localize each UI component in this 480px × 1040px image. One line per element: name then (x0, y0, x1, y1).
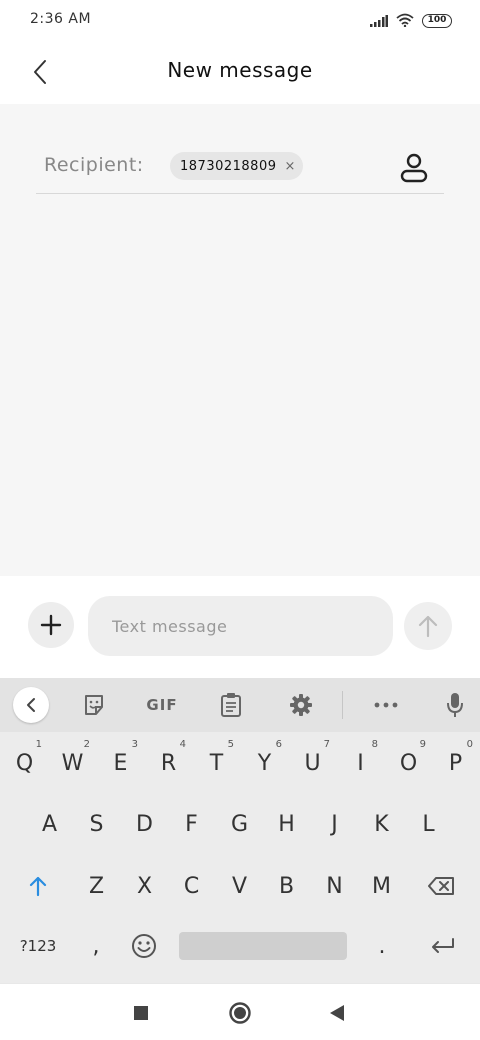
key-w[interactable]: W2 (49, 735, 96, 791)
key-n[interactable]: N (311, 858, 358, 914)
key-a[interactable]: A (26, 796, 73, 852)
key-g[interactable]: G (216, 796, 263, 852)
gif-label: GIF (146, 696, 178, 714)
key-d[interactable]: D (121, 796, 168, 852)
remove-recipient-icon[interactable]: × (284, 159, 295, 174)
status-time: 2:36 AM (30, 11, 92, 27)
wifi-icon (396, 12, 414, 31)
key-k[interactable]: K (358, 796, 405, 852)
more-options-button[interactable] (369, 687, 403, 723)
compose-bar (0, 576, 480, 678)
key-r[interactable]: R4 (145, 735, 192, 791)
key-t[interactable]: T5 (193, 735, 240, 791)
key-row-4: ?123 , . (0, 918, 480, 974)
microphone-icon (447, 693, 463, 717)
person-icon (400, 153, 428, 183)
key-m[interactable]: M (358, 858, 405, 914)
sticker-icon (85, 695, 103, 715)
send-button[interactable] (404, 602, 452, 650)
recipient-number: 18730218809 (180, 158, 277, 174)
keyboard-toolbar: GIF (0, 678, 480, 732)
backspace-key[interactable] (412, 858, 470, 914)
gear-icon (290, 694, 312, 716)
enter-key[interactable] (414, 918, 470, 974)
recipient-label: Recipient: (44, 154, 144, 176)
plus-icon (40, 614, 62, 636)
status-bar: 2:36 AM 100 (0, 0, 480, 42)
key-u[interactable]: U7 (289, 735, 336, 791)
key-o[interactable]: O9 (385, 735, 432, 791)
chevron-left-icon (27, 698, 35, 712)
keyboard-collapse-button[interactable] (13, 687, 49, 723)
key-j[interactable]: J (311, 796, 358, 852)
app-header: New message (0, 42, 480, 104)
home-circle-icon (229, 1002, 251, 1024)
key-row-2: A S D F G H J K L (0, 796, 480, 852)
key-e[interactable]: E3 (97, 735, 144, 791)
recipient-row: Recipient: 18730218809 × (36, 142, 444, 194)
key-q[interactable]: Q1 (1, 735, 48, 791)
key-l[interactable]: L (405, 796, 452, 852)
spacebar[interactable] (179, 932, 347, 960)
battery-icon: 100 (422, 14, 452, 28)
key-c[interactable]: C (168, 858, 215, 914)
signal-icon (370, 12, 388, 31)
status-icons: 100 (370, 12, 452, 30)
key-y[interactable]: Y6 (241, 735, 288, 791)
emoji-icon (132, 934, 156, 958)
key-i[interactable]: I8 (337, 735, 384, 791)
keyboard: GIF Q 1 W 2 E 3 R 4 T 5 Y 6 U 7 I 8 O 9 … (0, 678, 480, 983)
emoji-key[interactable] (122, 918, 166, 974)
back-triangle-icon (330, 1005, 344, 1021)
key-h[interactable]: H (263, 796, 310, 852)
backspace-icon (428, 877, 454, 895)
shift-arrow-icon (29, 876, 47, 897)
message-input[interactable] (88, 596, 393, 656)
key-p[interactable]: P0 (432, 735, 479, 791)
period-key[interactable]: . (360, 918, 404, 974)
recipient-chip[interactable]: 18730218809 × (170, 152, 304, 180)
key-z[interactable]: Z (73, 858, 120, 914)
gif-button[interactable]: GIF (140, 687, 184, 723)
sticker-button[interactable] (77, 687, 111, 723)
message-content-area: Recipient: 18730218809 × (0, 104, 480, 576)
key-v[interactable]: V (216, 858, 263, 914)
key-f[interactable]: F (168, 796, 215, 852)
add-attachment-button[interactable] (28, 602, 74, 648)
keyboard-settings-button[interactable] (284, 687, 318, 723)
arrow-up-icon (418, 615, 438, 638)
comma-key[interactable]: , (74, 918, 118, 974)
key-row-3: Z X C V B N M (0, 858, 480, 914)
system-nav-bar (0, 983, 480, 1040)
voice-input-button[interactable] (438, 687, 472, 723)
key-b[interactable]: B (263, 858, 310, 914)
key-row-1: Q1 W2 E3 R4 T5 Y6 U7 I8 O9 P0 (0, 735, 480, 791)
key-x[interactable]: X (121, 858, 168, 914)
clipboard-button[interactable] (214, 687, 248, 723)
back-nav-button[interactable] (322, 998, 352, 1028)
clipboard-icon (221, 693, 241, 717)
home-button[interactable] (225, 998, 255, 1028)
select-contact-button[interactable] (398, 152, 430, 184)
more-dots-icon (374, 702, 398, 708)
shift-key[interactable] (10, 858, 66, 914)
key-s[interactable]: S (73, 796, 120, 852)
toolbar-divider (342, 691, 343, 719)
recents-square-icon (134, 1006, 148, 1020)
page-title: New message (167, 58, 313, 82)
symbols-key[interactable]: ?123 (10, 918, 66, 974)
enter-arrow-icon (432, 938, 454, 953)
recents-button[interactable] (126, 998, 156, 1028)
